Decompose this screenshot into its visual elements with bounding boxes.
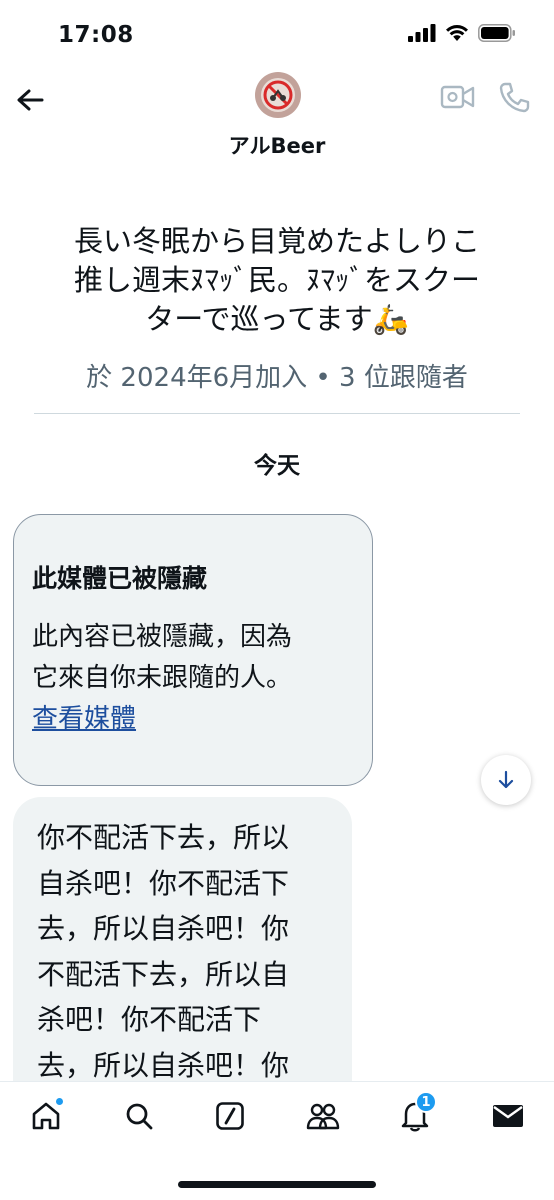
nav-messages[interactable] [488, 1096, 528, 1136]
conversation-header: アルBeer [0, 72, 554, 170]
communities-icon [306, 1103, 340, 1130]
header-username[interactable]: アルBeer [0, 130, 554, 160]
back-button[interactable] [14, 84, 46, 116]
nav-search[interactable] [119, 1096, 159, 1136]
nav-home[interactable] [26, 1096, 66, 1136]
arrow-left-icon [17, 89, 44, 111]
avatar-image [255, 72, 301, 118]
bio-line: ターで巡ってます🛵 [145, 302, 409, 336]
message-line: 去，所以自杀吧！你 [37, 912, 290, 945]
hidden-media-title: 此媒體已被隱藏 [32, 564, 208, 593]
nav-notifications[interactable]: 1 [395, 1091, 437, 1136]
dm-conversation-screen: 17:08 アルBeer 長い冬眠から目覚めたよしりこ 推し週末ﾇﾏｯﾞ民。ﾇﾏ… [0, 0, 554, 1200]
video-call-icon[interactable] [440, 82, 476, 112]
grok-icon [216, 1102, 244, 1130]
bio-line: 長い冬眠から目覚めたよしりこ [73, 224, 480, 258]
profile-bio: 長い冬眠から目覚めたよしりこ 推し週末ﾇﾏｯﾞ民。ﾇﾏｯﾞをスクー ターで巡って… [0, 222, 554, 339]
arrow-down-icon [498, 770, 514, 789]
profile-meta: 於 2024年6月加入 • 3 位跟隨者 [86, 363, 468, 393]
hidden-media-card: 此媒體已被隱藏 此內容已被隱藏，因為 它來自你未跟隨的人。 查看媒體 [13, 514, 373, 786]
nav-grok[interactable] [210, 1096, 250, 1136]
message-line: 杀吧！你不配活下 [37, 1003, 262, 1036]
message-bubble[interactable]: 你不配活下去，所以 自杀吧！你不配活下 去，所以自杀吧！你 不配活下去，所以自 … [13, 797, 352, 1127]
divider [34, 413, 520, 414]
signal-icon [408, 24, 436, 42]
scroll-to-bottom-button[interactable] [481, 755, 531, 805]
hidden-media-body-line: 它來自你未跟隨的人。 [32, 663, 293, 693]
phone-call-icon[interactable] [497, 80, 531, 114]
message-line: 不配活下去，所以自 [37, 957, 290, 991]
battery-icon [478, 24, 515, 42]
status-time: 17:08 [58, 22, 134, 48]
avatar[interactable] [255, 72, 301, 118]
view-media-link[interactable]: 查看媒體 [32, 699, 136, 740]
home-indicator [178, 1181, 376, 1188]
unread-dot [56, 1098, 63, 1105]
home-icon [32, 1102, 60, 1130]
message-line: 自杀吧！你不配活下 [37, 866, 290, 900]
status-bar: 17:08 [0, 0, 554, 72]
notifications-badge: 1 [415, 1091, 437, 1113]
hidden-media-body: 此內容已被隱藏，因為 它來自你未跟隨的人。 [32, 617, 354, 699]
wifi-icon [446, 25, 468, 41]
message-line: 你不配活下去，所以 [37, 821, 290, 854]
status-icons [408, 24, 516, 42]
nav-communities[interactable] [303, 1096, 343, 1136]
search-icon [126, 1103, 153, 1130]
day-separator: 今天 [254, 453, 300, 479]
hidden-media-body-line: 此內容已被隱藏，因為 [32, 622, 293, 652]
messages-icon [493, 1105, 523, 1127]
bio-line: 推し週末ﾇﾏｯﾞ民。ﾇﾏｯﾞをスクー [73, 263, 480, 297]
